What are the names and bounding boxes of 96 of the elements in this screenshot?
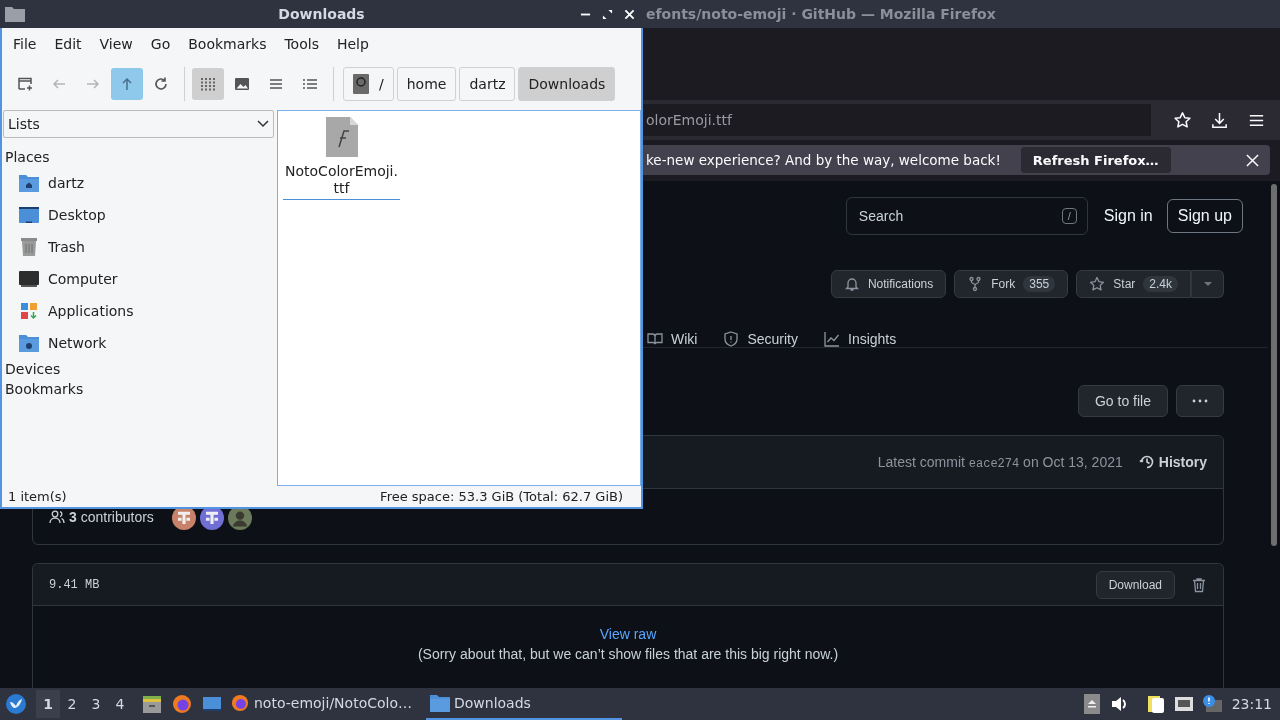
workspace-button[interactable]: 3 (84, 690, 108, 718)
section-header[interactable]: Bookmarks (2, 379, 277, 399)
path-button[interactable]: Downloads (518, 67, 616, 101)
menu-item[interactable]: Go (141, 36, 180, 52)
place-item[interactable]: dartz (2, 167, 277, 199)
eject-icon[interactable] (1081, 694, 1102, 714)
notifications-button[interactable]: Notifications (830, 270, 947, 298)
place-item[interactable]: Network (2, 327, 277, 359)
path-button[interactable]: / (343, 67, 394, 101)
workspace-button[interactable]: 2 (60, 690, 84, 718)
section-header[interactable]: Devices (2, 359, 277, 379)
list-icon (268, 76, 284, 92)
download-button[interactable]: Download (1095, 570, 1175, 599)
home-folder-icon (19, 174, 39, 192)
menu-item[interactable]: Edit (45, 36, 91, 52)
fork-button[interactable]: Fork 355 (954, 270, 1069, 298)
place-item[interactable]: Computer (2, 263, 277, 295)
close-icon[interactable] (624, 8, 635, 20)
workspace-button[interactable]: 1 (36, 690, 60, 718)
fork-icon (967, 276, 984, 292)
taskbar-task[interactable]: noto-emoji/NotoColo… (226, 688, 422, 720)
file-size: 9.41 MB (49, 577, 100, 592)
path-button[interactable]: home (396, 67, 457, 101)
image-icon (234, 76, 250, 92)
latest-commit-text: Latest commit eace274 on Oct 13, 2021 (877, 453, 1123, 471)
download-icon[interactable] (1210, 110, 1229, 130)
notification-message: ke-new experience? And by the way, welcome back! (646, 152, 1001, 168)
star-icon (1089, 276, 1106, 292)
refresh-button[interactable]: Refresh Firefox… (1020, 147, 1171, 173)
folder-icon (5, 6, 25, 22)
star-button[interactable]: Star 2.4k (1076, 270, 1191, 298)
address-bar[interactable]: olorEmoji.ttf (642, 104, 1151, 136)
shield-icon (723, 331, 740, 347)
people-icon (49, 509, 65, 525)
desktop-icon[interactable] (202, 694, 222, 714)
place-item[interactable]: Applications (2, 295, 277, 327)
history-link[interactable]: History (1138, 454, 1207, 470)
folder-icon (430, 694, 450, 712)
section-header[interactable]: Places (2, 147, 277, 167)
drive-icon (353, 74, 369, 94)
file-too-big-message: (Sorry about that, but we can’t show files that are this big right now.) (417, 646, 839, 662)
new-window-icon (17, 76, 33, 92)
count-badge: 355 (1023, 276, 1056, 292)
place-item[interactable]: Desktop (2, 199, 277, 231)
notification-icon[interactable] (1201, 694, 1222, 714)
list-icon (302, 76, 318, 92)
taskbar-task[interactable]: Downloads (426, 688, 622, 720)
trash-icon (19, 238, 39, 256)
font-file-icon (325, 117, 358, 157)
window-title: efonts/noto-emoji · GitHub — Mozilla Firefox (646, 6, 996, 22)
network-icon[interactable] (1173, 694, 1194, 714)
view-raw-link[interactable]: View raw (599, 626, 657, 642)
bell-icon (843, 276, 860, 292)
app-grid-icon (19, 302, 39, 320)
trash-icon[interactable] (1191, 576, 1207, 593)
menu-item[interactable]: Bookmarks (179, 36, 276, 52)
chevron-down-icon (257, 120, 269, 128)
window-title: Downloads (278, 6, 365, 22)
menu-item[interactable]: View (90, 36, 142, 52)
close-icon[interactable] (1246, 153, 1259, 167)
path-button[interactable]: dartz (459, 67, 516, 101)
workspace-button[interactable]: 4 (108, 690, 132, 718)
menu-item[interactable]: Help (327, 36, 378, 52)
item-count: 1 item(s) (8, 489, 67, 504)
place-item[interactable]: Trash (2, 231, 277, 263)
clipboard-icon[interactable] (1145, 694, 1166, 714)
maximize-icon[interactable] (602, 8, 613, 20)
history-icon (1138, 454, 1155, 470)
icons-view-button[interactable] (192, 68, 224, 100)
menu-item[interactable]: Tools (275, 36, 328, 52)
sign-in-link[interactable]: Sign in (1103, 207, 1153, 225)
repo-tab[interactable]: Wiki (647, 331, 698, 347)
file-cabinet-icon[interactable] (142, 694, 162, 714)
network-folder-icon (19, 334, 39, 352)
font-file-entry[interactable]: NotoColorEmoji.ttf (283, 117, 400, 200)
free-space-text: Free space: 53.3 GiB (Total: 62.7 GiB) (380, 489, 623, 504)
shortcut-key: / (1061, 208, 1077, 224)
search-field[interactable]: Search / (845, 197, 1088, 235)
repo-tab[interactable]: Security (723, 331, 798, 347)
count-badge: 2.4k (1143, 276, 1178, 292)
monitor-icon (19, 206, 39, 224)
graph-icon (824, 331, 840, 347)
clock: 23:11 (1231, 696, 1272, 712)
bookmark-star-icon[interactable] (1173, 110, 1192, 130)
menu-item[interactable]: File (4, 36, 46, 52)
caret-icon (1203, 282, 1212, 286)
reload-icon (153, 76, 169, 92)
monitor-icon (19, 270, 39, 288)
side-pane-dropdown[interactable]: Lists (3, 110, 274, 138)
contributors-text: 3 contributors (69, 509, 154, 525)
grid-icon (200, 76, 216, 92)
go-to-file-button[interactable]: Go to file (1077, 385, 1168, 417)
sign-up-button[interactable]: Sign up (1166, 199, 1243, 233)
more-icon (1191, 399, 1209, 403)
repo-tab[interactable]: Insights (824, 331, 897, 347)
book-icon (647, 331, 663, 347)
